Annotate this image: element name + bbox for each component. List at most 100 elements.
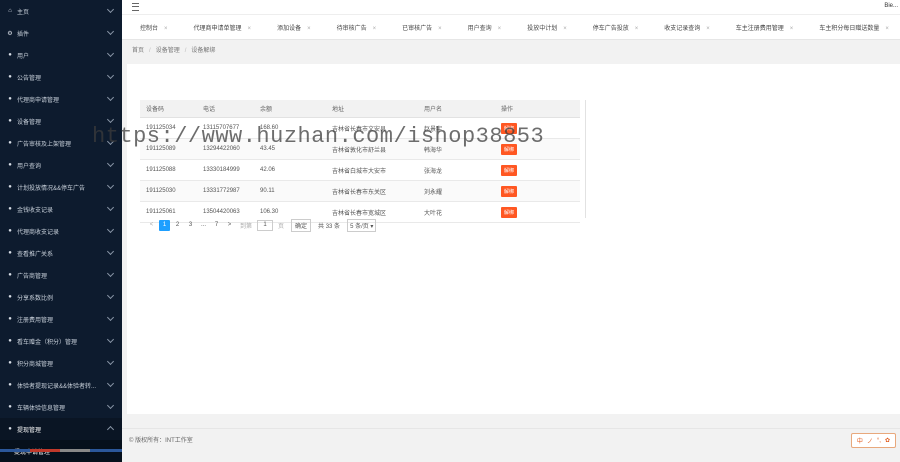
user-icon: ● [8, 338, 12, 344]
unbind-button[interactable]: 解绑 [501, 122, 518, 134]
close-icon[interactable]: × [164, 26, 168, 32]
close-icon[interactable]: × [635, 26, 639, 32]
close-icon[interactable]: × [790, 26, 794, 32]
sidebar-item[interactable]: ● 积分商城管理 [0, 352, 122, 374]
sidebar-item[interactable]: ● 广告审核及上架管理 [0, 132, 122, 154]
sidebar-item[interactable]: ● 用户查询 [0, 154, 122, 176]
unbind-button[interactable]: 解绑 [501, 143, 518, 155]
next-page-button[interactable]: > [224, 220, 235, 231]
tab[interactable]: 停车广告投放 × [575, 15, 647, 39]
menu-toggle-icon[interactable] [132, 3, 139, 11]
tab-label: 已审核广告 [402, 26, 433, 32]
sidebar-item[interactable]: ⌂ 主页 [0, 0, 122, 22]
close-icon[interactable]: × [438, 26, 442, 32]
header-phone[interactable]: 电话 [197, 100, 254, 118]
sidebar-item[interactable]: ● 设备管理 [0, 110, 122, 132]
cell-user: 大叶花 [418, 201, 495, 223]
tab[interactable]: 添加设备 × [259, 15, 319, 39]
breadcrumb-device-management[interactable]: 设备管理 [156, 48, 180, 54]
sidebar-item[interactable]: ● 代理商收支记录 [0, 220, 122, 242]
cell-phone: 13330184999 [197, 159, 254, 181]
page-button-3[interactable]: 3 [185, 220, 196, 231]
ime-toolbar[interactable]: 中 ノ °, ✿ [850, 433, 896, 448]
tab[interactable]: 投放中计划 × [509, 15, 575, 39]
ime-moon-icon[interactable]: ノ [867, 436, 873, 445]
header-action: 操作 [495, 100, 580, 118]
chevron-down-icon [106, 203, 115, 212]
cell-address: 吉林省长春市文安县 [326, 117, 418, 139]
sidebar-item[interactable]: ● 车辆体验信息管理 [0, 396, 122, 418]
page-button-7[interactable]: 7 [211, 220, 222, 231]
sidebar-item[interactable]: ● 体验者提现记录&&体验者转... [0, 374, 122, 396]
sidebar-item[interactable]: ● 用户 [0, 44, 122, 66]
sidebar-item-label: 用户查询 [17, 163, 42, 170]
user-icon: ● [8, 404, 12, 410]
close-icon[interactable]: × [373, 26, 377, 32]
header-balance[interactable]: 余额 [254, 100, 326, 118]
sidebar-item[interactable]: ● 广告商管理 [0, 264, 122, 286]
page-size-select[interactable]: 5 条/页 ▾ [347, 219, 377, 232]
tab[interactable]: 已审核广告 × [384, 15, 450, 39]
breadcrumb-home[interactable]: 首页 [132, 48, 144, 54]
sidebar-item[interactable]: ● 看车赠金（积分）管理 [0, 330, 122, 352]
home-icon: ⌂ [8, 8, 12, 14]
goto-confirm-button[interactable]: 确定 [291, 219, 312, 232]
unbind-button[interactable]: 解绑 [501, 206, 518, 218]
unbind-button[interactable]: 解绑 [501, 185, 518, 197]
sidebar-item-label: 金钱收支记录 [17, 207, 54, 214]
user-icon: ● [8, 140, 12, 146]
tab-label: 添加设备 [277, 26, 302, 32]
ime-settings-icon[interactable]: ✿ [885, 437, 890, 444]
user-icon: ● [8, 426, 12, 432]
user-icon: ● [8, 74, 12, 80]
tab[interactable]: 车主注册费用管理 × [718, 15, 802, 39]
chevron-down-icon [106, 159, 115, 168]
tab[interactable]: 收支记录查询 × [646, 15, 718, 39]
user-icon: ● [8, 316, 12, 322]
close-icon[interactable]: × [885, 26, 889, 32]
pagination: < 1 2 3 ... 7 > 到第 1 页 确定 共 33 条 5 条/页 ▾ [146, 219, 377, 232]
sidebar-item[interactable]: ● 分享系数比例 [0, 286, 122, 308]
close-icon[interactable]: × [307, 26, 311, 32]
sidebar-item[interactable]: ● 计划投放情况&&停车广告 [0, 176, 122, 198]
table-divider [585, 100, 586, 218]
chevron-down-icon [106, 93, 115, 102]
sidebar-item[interactable]: ⚙ 插件 [0, 22, 122, 44]
tab-label: 收支记录查询 [664, 26, 701, 32]
cell-code: 191125089 [140, 138, 197, 160]
sidebar-item[interactable]: ● 代理商申请管理 [0, 88, 122, 110]
goto-page-input[interactable]: 1 [257, 220, 274, 231]
ime-punct-icon[interactable]: °, [877, 438, 881, 444]
page-button-2[interactable]: 2 [172, 220, 183, 231]
close-icon[interactable]: × [498, 26, 502, 32]
tab-label: 代理商申请单管理 [193, 26, 242, 32]
chevron-down-icon [106, 181, 115, 190]
user-name[interactable]: Bie... [884, 3, 898, 9]
page-button-1[interactable]: 1 [159, 220, 170, 231]
sidebar-item[interactable]: ● 公告管理 [0, 66, 122, 88]
footer: © 版权所有：INT工作室 [122, 428, 900, 449]
sidebar-item[interactable]: ● 金钱收支记录 [0, 198, 122, 220]
close-icon[interactable]: × [706, 26, 710, 32]
prev-page-button[interactable]: < [146, 220, 157, 231]
ime-lang-icon[interactable]: 中 [857, 436, 863, 445]
sidebar-item-label: 分享系数比例 [17, 295, 54, 302]
header-address[interactable]: 地址 [326, 100, 418, 118]
sidebar-item[interactable]: ● 查看推广关系 [0, 242, 122, 264]
close-icon[interactable]: × [248, 26, 252, 32]
header-device-code[interactable]: 设备码 [140, 100, 197, 118]
table-row: 191125089 13294422060 43.45 吉林省敦化市舒兰县 韩海华 解绑 [140, 138, 580, 160]
close-icon[interactable]: × [563, 26, 567, 32]
tab[interactable]: 车主积分每日赠送数量 × [801, 15, 897, 39]
tab[interactable]: 代理商申请单管理 × [176, 15, 260, 39]
cell-code: 191125034 [140, 117, 197, 139]
tab[interactable]: 控制台 × [122, 15, 176, 39]
chevron-down-icon [106, 269, 115, 278]
header-username[interactable]: 用户名 [418, 100, 495, 118]
unbind-button[interactable]: 解绑 [501, 164, 518, 176]
cell-phone: 13331772987 [197, 180, 254, 202]
tab[interactable]: 用户查询 × [450, 15, 510, 39]
sidebar-item[interactable]: ● 注册费用管理 [0, 308, 122, 330]
tab[interactable]: 待审核广告 × [319, 15, 385, 39]
sidebar-item[interactable]: ● 提现管理 [0, 418, 122, 440]
